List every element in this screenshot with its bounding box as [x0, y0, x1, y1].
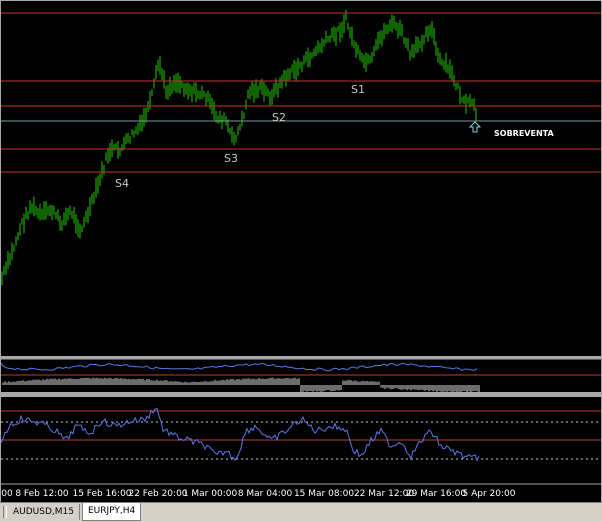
- price-chart[interactable]: [1, 1, 601, 503]
- time-label: 5 Apr 20:00: [462, 489, 516, 499]
- indicator1-line: [1, 362, 478, 372]
- chart-tab-bar: AUDUSD,M15 EURJPY,H4: [0, 502, 602, 522]
- time-label: 15 Feb 16:00: [72, 489, 132, 499]
- level-label-s2: S2: [272, 111, 286, 124]
- time-label: 8 Mar 04:00: [237, 489, 293, 499]
- level-label-s4: S4: [115, 177, 129, 190]
- time-label: 29 Mar 16:00: [405, 489, 467, 499]
- signal-label: SOBREVENTA: [494, 129, 554, 138]
- up-arrow-icon: [468, 121, 482, 133]
- time-label: 1 Mar 00:00: [182, 489, 238, 499]
- level-label-s3: S3: [224, 152, 238, 165]
- time-label: 00: [1, 489, 13, 499]
- indicator1-histogram: [2, 377, 480, 393]
- time-label: 8 Feb 12:00: [15, 489, 69, 499]
- tab-eurjpy-h4[interactable]: EURJPY,H4: [82, 503, 142, 521]
- chart-window[interactable]: S1 S2 S3 S4 SOBREVENTA 00 8 Feb 12:00 15…: [0, 0, 602, 522]
- candlestick-series: [1, 10, 477, 286]
- panel-separator-2[interactable]: [1, 392, 601, 397]
- time-label: 22 Feb 20:00: [128, 489, 188, 499]
- tab-audusd-m15[interactable]: AUDUSD,M15: [8, 504, 80, 520]
- time-label: 15 Mar 08:00: [293, 489, 355, 499]
- level-label-s1: S1: [351, 83, 365, 96]
- indicator2-line: [1, 407, 480, 462]
- tab-bar-grip: [3, 506, 7, 518]
